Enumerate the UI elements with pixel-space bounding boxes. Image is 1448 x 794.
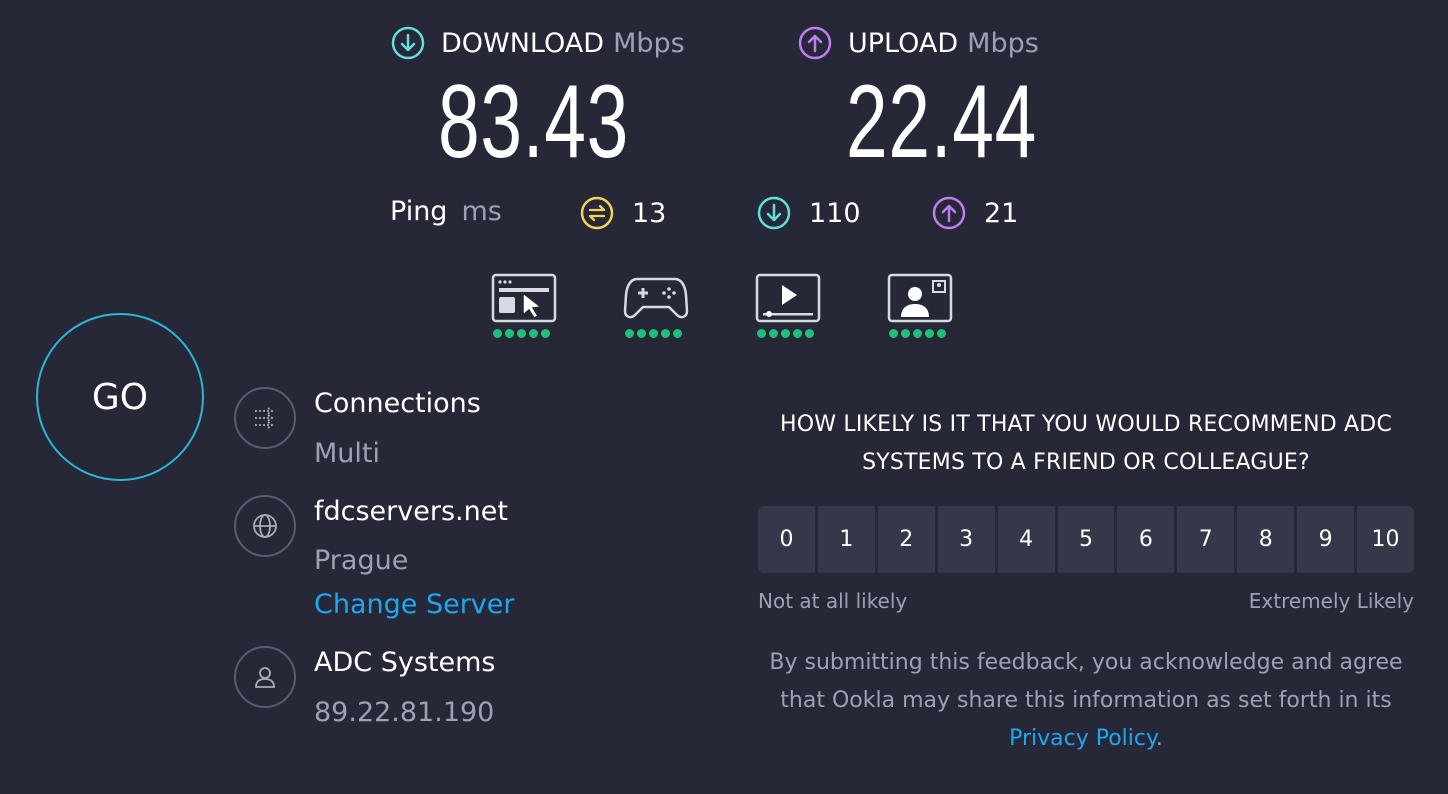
server-icon-wrap bbox=[234, 495, 296, 557]
feedback-disclaimer: By submitting this feedback, you acknowl… bbox=[758, 644, 1414, 758]
connections-icon-wrap[interactable] bbox=[234, 387, 296, 449]
ping-download-value: 110 bbox=[809, 197, 861, 229]
multi-connections-icon bbox=[255, 407, 274, 429]
ping-label-group: Ping ms bbox=[390, 196, 502, 227]
gaming-rating[interactable] bbox=[623, 273, 689, 338]
scale-high-label: Extremely Likely bbox=[1248, 589, 1414, 613]
disclaimer-text: By submitting this feedback, you acknowl… bbox=[769, 650, 1403, 713]
rating-dots bbox=[625, 329, 689, 338]
upload-header: UPLOAD Mbps bbox=[798, 26, 1039, 60]
download-arrow-icon bbox=[391, 26, 425, 60]
download-header: DOWNLOAD Mbps bbox=[391, 26, 685, 60]
web-browsing-rating[interactable] bbox=[491, 273, 557, 338]
privacy-policy-link[interactable]: Privacy Policy bbox=[1009, 726, 1156, 751]
nps-option-6[interactable]: 6 bbox=[1117, 506, 1175, 573]
nps-option-9[interactable]: 9 bbox=[1297, 506, 1355, 573]
change-server-link[interactable]: Change Server bbox=[314, 589, 515, 620]
video-chat-rating[interactable] bbox=[887, 273, 953, 338]
web-browsing-icon bbox=[491, 273, 557, 323]
idle-latency-icon bbox=[580, 196, 614, 230]
nps-option-2[interactable]: 2 bbox=[877, 506, 935, 573]
ping-download: 110 bbox=[757, 196, 861, 230]
survey-question: HOW LIKELY IS IT THAT YOU WOULD RECOMMEN… bbox=[779, 412, 1393, 475]
provider-icon-wrap bbox=[234, 646, 296, 708]
connections-title: Connections bbox=[314, 388, 481, 419]
provider-ip: 89.22.81.190 bbox=[314, 697, 495, 728]
rating-dots bbox=[493, 329, 557, 338]
nps-option-7[interactable]: 7 bbox=[1177, 506, 1235, 573]
video-streaming-icon bbox=[755, 273, 821, 323]
go-button[interactable]: GO bbox=[36, 313, 204, 481]
user-icon bbox=[255, 667, 275, 688]
download-latency-icon bbox=[757, 196, 791, 230]
server-location: Prague bbox=[314, 545, 409, 576]
upload-arrow-icon bbox=[798, 26, 832, 60]
ping-unit: ms bbox=[461, 196, 502, 227]
upload-unit: Mbps bbox=[967, 27, 1039, 59]
ping-idle-value: 13 bbox=[632, 197, 667, 229]
nps-scale: 0 1 2 3 4 5 6 7 8 9 10 bbox=[758, 506, 1414, 573]
rating-dots bbox=[757, 329, 821, 338]
nps-option-3[interactable]: 3 bbox=[937, 506, 995, 573]
gaming-icon bbox=[623, 277, 689, 319]
ping-idle: 13 bbox=[580, 196, 666, 230]
download-label: DOWNLOAD bbox=[441, 27, 605, 59]
server-host: fdcservers.net bbox=[314, 496, 508, 527]
nps-option-0[interactable]: 0 bbox=[758, 506, 815, 573]
nps-option-4[interactable]: 4 bbox=[997, 506, 1055, 573]
download-value: 83.43 bbox=[438, 64, 629, 180]
scale-low-label: Not at all likely bbox=[758, 589, 908, 613]
disclaimer-end: . bbox=[1155, 726, 1163, 751]
provider-name: ADC Systems bbox=[314, 647, 496, 678]
ping-upload: 21 bbox=[932, 196, 1018, 230]
upload-latency-icon bbox=[932, 196, 966, 230]
nps-option-5[interactable]: 5 bbox=[1057, 506, 1115, 573]
video-streaming-rating[interactable] bbox=[755, 273, 821, 338]
download-unit: Mbps bbox=[613, 27, 685, 59]
nps-option-8[interactable]: 8 bbox=[1237, 506, 1295, 573]
connections-value[interactable]: Multi bbox=[314, 438, 380, 469]
video-chat-icon bbox=[887, 273, 953, 323]
upload-value: 22.44 bbox=[846, 64, 1037, 180]
nps-option-10[interactable]: 10 bbox=[1357, 506, 1414, 573]
ping-upload-value: 21 bbox=[984, 197, 1019, 229]
globe-icon bbox=[253, 514, 277, 538]
ping-label: Ping bbox=[390, 196, 448, 227]
nps-option-1[interactable]: 1 bbox=[817, 506, 875, 573]
upload-label: UPLOAD bbox=[848, 27, 959, 59]
rating-dots bbox=[889, 329, 953, 338]
